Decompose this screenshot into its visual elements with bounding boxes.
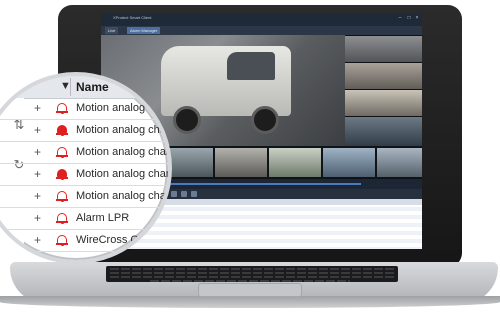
list-item[interactable]: + Alarm LPR	[0, 208, 168, 230]
expand-icon[interactable]: +	[34, 230, 41, 250]
expand-icon[interactable]: +	[34, 208, 41, 228]
laptop-base-edge	[0, 296, 500, 308]
expand-icon[interactable]: +	[34, 164, 41, 184]
alarm-name: Motion analog cha	[76, 102, 166, 114]
list-item[interactable]: + WireCross CamP	[0, 230, 168, 252]
list-item[interactable]: + Motion analog cha	[0, 98, 168, 120]
magnifier-lens: ▼ Name ⇅ ↻ + Motion analog cha + Motion …	[0, 72, 172, 264]
camera-view-3[interactable]	[345, 62, 422, 90]
camera-view-4[interactable]	[345, 89, 422, 117]
expand-icon[interactable]: +	[34, 142, 41, 162]
key-row	[110, 272, 394, 274]
toolbar-icon[interactable]	[181, 191, 187, 197]
camera-thumbnail[interactable]	[377, 148, 422, 177]
camera-view-2[interactable]	[345, 35, 422, 63]
expand-icon[interactable]: +	[34, 120, 41, 140]
camera-view-5[interactable]	[345, 116, 422, 147]
bell-outline-icon	[56, 103, 68, 114]
camera-thumbnail[interactable]	[269, 148, 321, 177]
alarm-name: Motion analog channel	[76, 146, 172, 158]
column-header-name[interactable]: Name	[76, 78, 109, 96]
minimize-icon[interactable]: –	[397, 15, 403, 21]
list-item[interactable]: + Motion analog channel	[0, 186, 168, 208]
van-wheel	[173, 106, 201, 134]
alarm-name: Motion analog channel	[76, 124, 168, 136]
alarm-name: Motion analog channel	[76, 168, 172, 180]
list-item[interactable]: + Motion analog channel	[0, 164, 168, 186]
van-window	[227, 52, 275, 80]
bell-outline-icon	[56, 147, 68, 158]
expand-icon[interactable]: +	[34, 186, 41, 206]
list-item[interactable]: + Motion analog channel	[0, 120, 168, 142]
tab-live[interactable]: Live	[105, 27, 119, 34]
alarm-name: WireCross CamP	[76, 234, 161, 246]
toolbar-icon[interactable]	[171, 191, 177, 197]
bell-filled-icon	[56, 125, 68, 136]
window-title: XProtect Smart Client	[113, 15, 152, 20]
tab-alarm-manager[interactable]: Alarm Manager	[127, 27, 161, 34]
key-row	[110, 268, 394, 270]
expand-icon[interactable]: +	[34, 98, 41, 118]
toolbar-icon[interactable]	[191, 191, 197, 197]
timeline-track[interactable]	[141, 183, 361, 185]
maximize-icon[interactable]: □	[406, 15, 412, 21]
key-row	[110, 276, 394, 278]
camera-thumbnail[interactable]	[323, 148, 375, 177]
close-icon[interactable]: ×	[414, 15, 420, 21]
van-wheel	[251, 106, 279, 134]
camera-thumbnail[interactable]	[215, 148, 267, 177]
bell-outline-icon	[56, 191, 68, 202]
bell-outline-icon	[56, 213, 68, 224]
bell-filled-icon	[56, 169, 68, 180]
alarm-name: Motion analog channel	[76, 190, 168, 202]
bell-outline-icon	[56, 235, 68, 246]
column-divider	[70, 78, 71, 96]
alarm-name: Alarm LPR	[76, 212, 130, 224]
touchpad	[198, 283, 302, 297]
key-row	[150, 280, 350, 282]
alarm-list-zoom: ▼ Name ⇅ ↻ + Motion analog cha + Motion …	[0, 76, 168, 260]
list-item[interactable]: + Motion analog channel	[0, 142, 168, 164]
